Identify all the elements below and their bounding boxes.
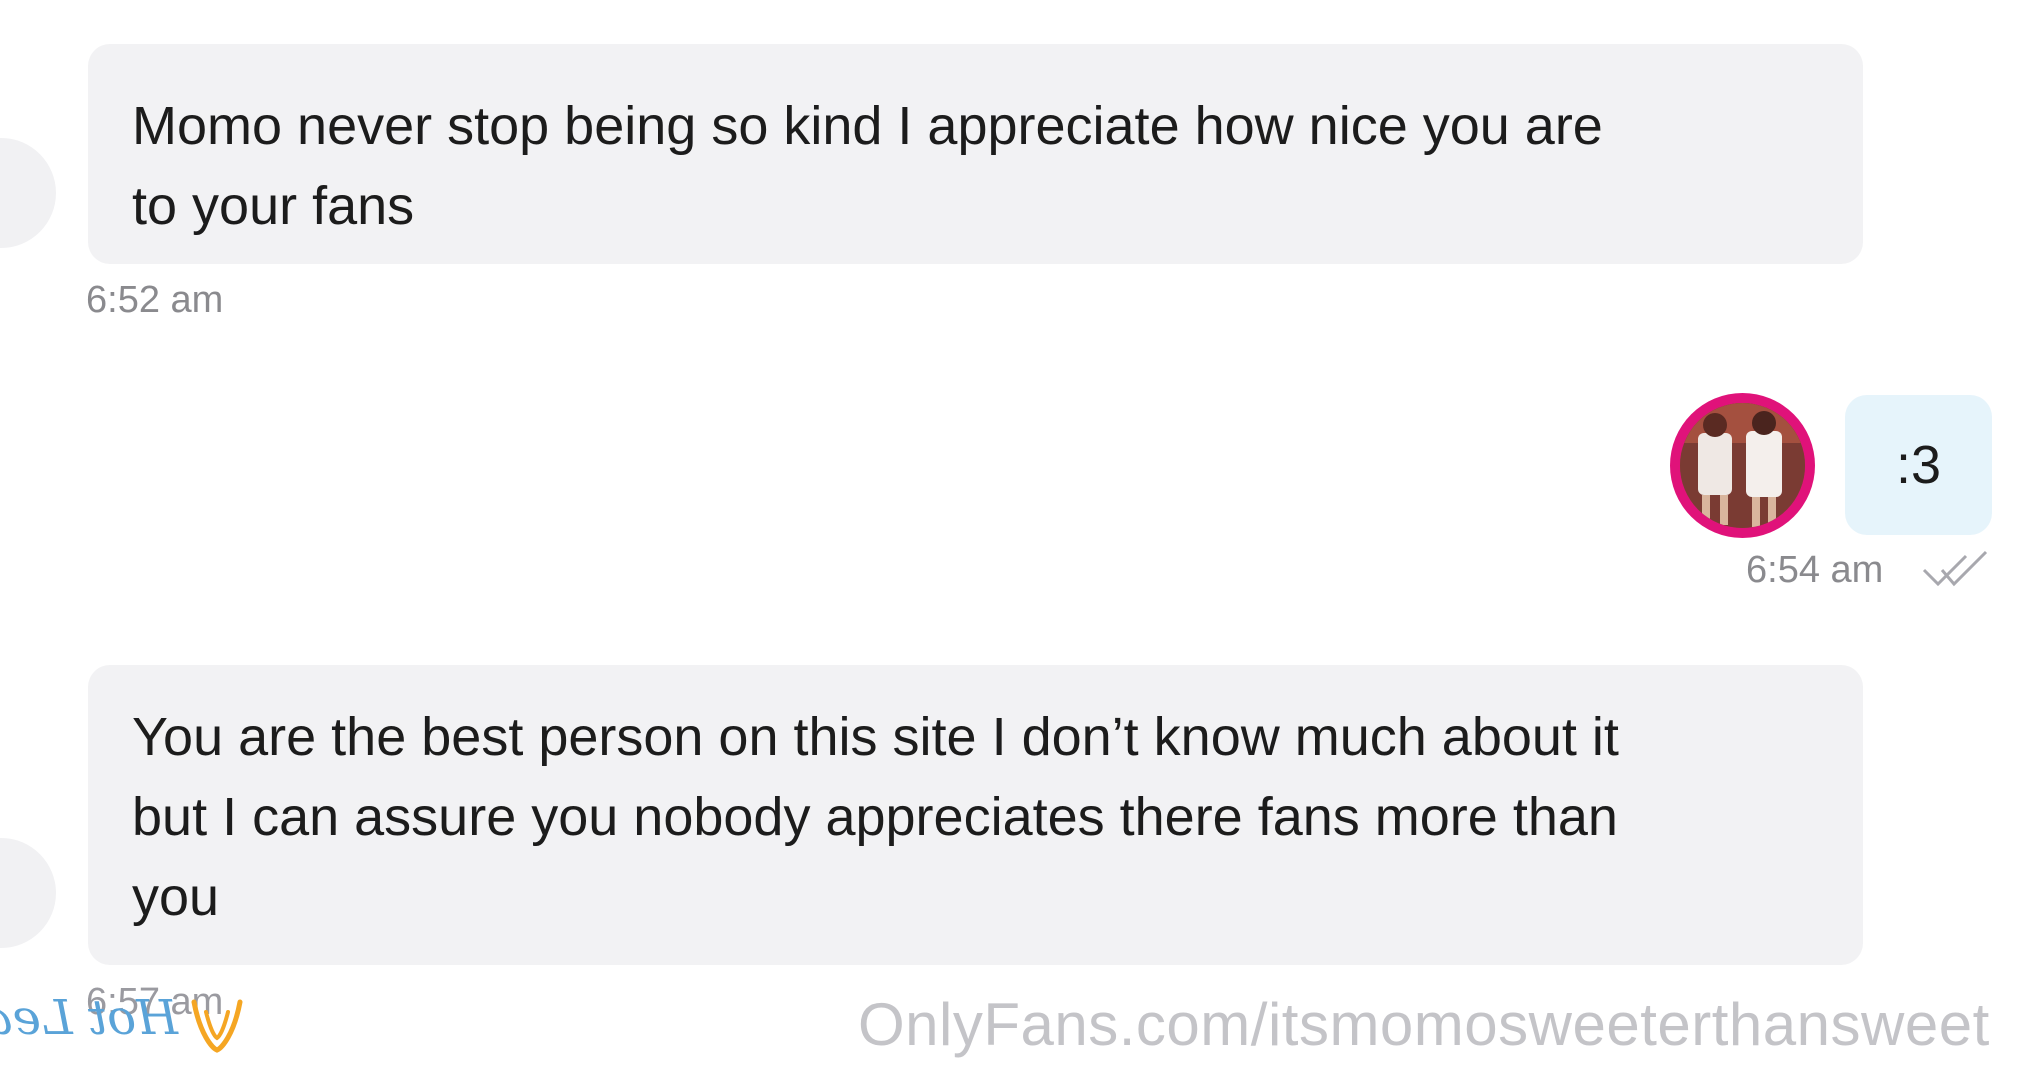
hotleak-logo-icon: [191, 999, 243, 1053]
message-text-line: You are the best person on this site I d…: [132, 707, 1619, 767]
watermark-url: OnlyFans.com/itsmomosweeterthansweet: [858, 991, 1990, 1058]
incoming-message-bubble[interactable]: Momo never stop being so kind I apprecia…: [88, 44, 1863, 264]
outgoing-message-bubble[interactable]: :3: [1845, 395, 1992, 535]
message-timestamp: 6:52 am: [86, 279, 224, 321]
message-text-line: but I can assure you nobody appreciates …: [132, 787, 1618, 847]
message-text-line: to your fans: [132, 176, 415, 236]
hotleak-logo: Hot Leak: [0, 990, 250, 1064]
message-text-line: you: [132, 867, 220, 927]
chat-thread: Momo never stop being so kind I apprecia…: [0, 0, 2043, 1079]
message-timestamp: 6:54 am: [1746, 549, 1884, 591]
incoming-message-bubble[interactable]: You are the best person on this site I d…: [88, 665, 1863, 965]
self-avatar[interactable]: [1670, 393, 1815, 538]
logo-text: Hot Leak: [0, 990, 178, 1046]
sender-avatar[interactable]: [0, 838, 56, 948]
message-text-line: Momo never stop being so kind I apprecia…: [132, 96, 1603, 156]
avatar-photo: [1680, 403, 1805, 528]
message-text: :3: [1895, 435, 1942, 495]
double-check-icon: [1922, 550, 1988, 587]
sender-avatar[interactable]: [0, 138, 56, 248]
